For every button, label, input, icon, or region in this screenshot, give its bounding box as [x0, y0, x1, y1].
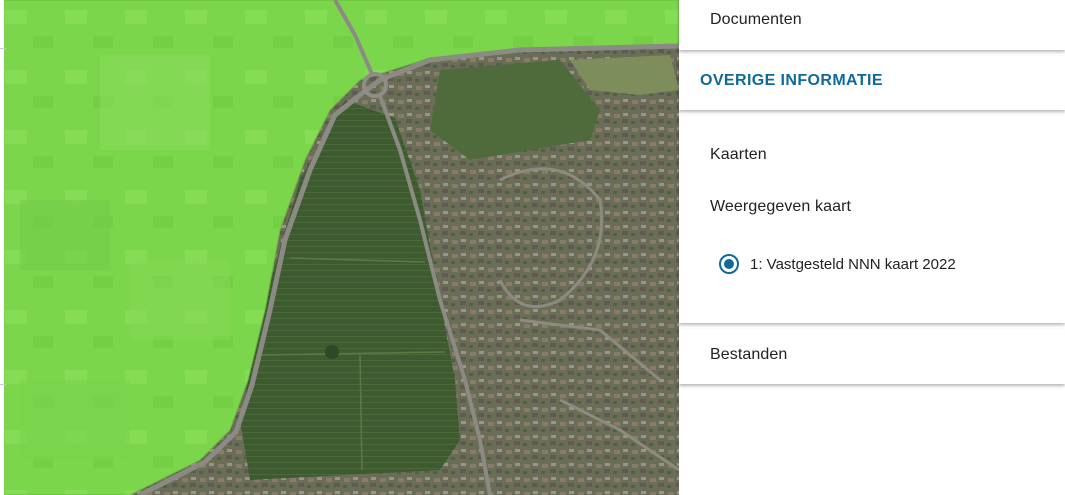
info-panel: Documenten OVERIGE INFORMATIE Kaarten We… [679, 0, 1065, 495]
overige-informatie-title: OVERIGE INFORMATIE [700, 72, 883, 89]
bestanden-section[interactable]: Bestanden [679, 329, 1065, 384]
overlay-parcel [20, 200, 110, 270]
map-view[interactable] [0, 0, 679, 495]
map-option-label[interactable]: 1: Vastgesteld NNN kaart 2022 [750, 256, 956, 273]
kaarten-label: Kaarten [710, 146, 767, 163]
overlay-parcel [20, 380, 130, 460]
kaarten-section: Kaarten Weergegeven kaart 1: Vastgesteld… [679, 116, 1065, 323]
aerial-map[interactable] [0, 0, 679, 495]
edge-tick [0, 48, 6, 49]
tree [325, 345, 339, 359]
map-left-edge [0, 0, 6, 495]
map-option-radio[interactable] [719, 254, 739, 274]
bestanden-label[interactable]: Bestanden [710, 346, 787, 364]
overlay-parcel [100, 55, 210, 150]
edge-tick [0, 384, 6, 385]
map-option-radio-row[interactable]: 1: Vastgesteld NNN kaart 2022 [719, 252, 956, 276]
weergegeven-kaart-label: Weergegeven kaart [710, 198, 852, 215]
radio-selected-dot [724, 259, 734, 269]
overige-informatie-section: OVERIGE INFORMATIE [679, 56, 1065, 110]
app-root: Documenten OVERIGE INFORMATIE Kaarten We… [0, 0, 1065, 495]
documents-label[interactable]: Documenten [710, 11, 802, 29]
documents-section[interactable]: Documenten [679, 0, 1065, 50]
overlay-parcel [130, 260, 230, 340]
